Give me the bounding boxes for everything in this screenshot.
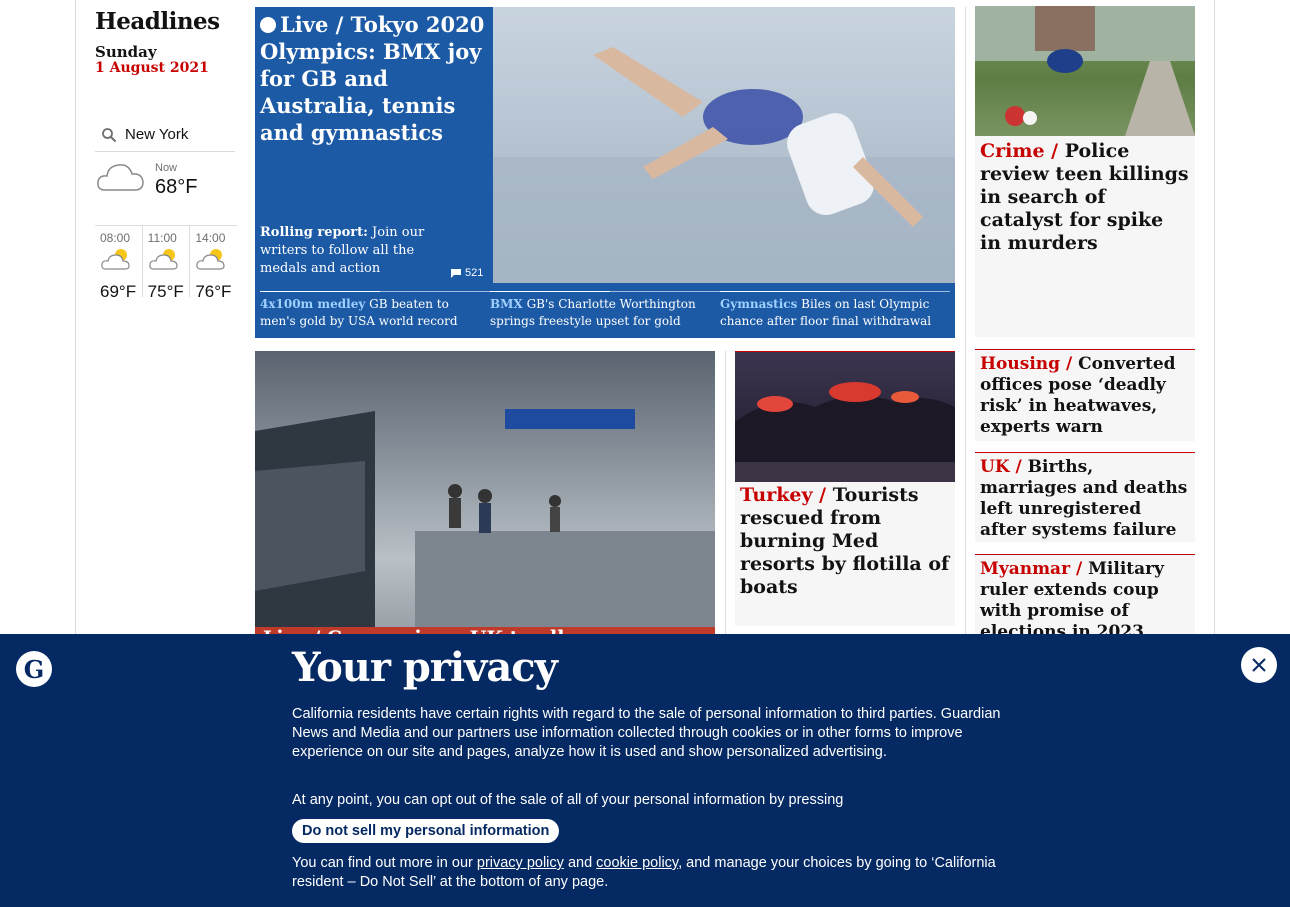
sun-cloud-icon [196, 249, 225, 270]
housing-card[interactable]: Housing / Converted offices pose ‘deadly… [975, 349, 1195, 441]
privacy-paragraph: California residents have certain rights… [292, 706, 1001, 760]
cloudy-icon [95, 152, 147, 200]
myanmar-kicker: Myanmar / [980, 559, 1083, 579]
hour-temp: 69°F [100, 282, 137, 301]
live-dot-icon [260, 17, 276, 33]
headlines-date: 1 August 2021 [95, 60, 209, 76]
weather-hour: 08:00 69°F [95, 226, 143, 301]
more-info-text: You can find out more in our [292, 855, 473, 871]
housing-kicker: Housing / [980, 354, 1073, 374]
turkey-headline: Turkey / Tourists rescued from burning M… [735, 482, 955, 601]
column-divider [725, 351, 726, 641]
uk-card[interactable]: UK / Births, marriages and deaths left u… [975, 452, 1195, 542]
weather-now-label: Now [155, 162, 178, 174]
search-icon [102, 127, 117, 142]
housing-headline: Housing / Converted offices pose ‘deadly… [975, 350, 1195, 438]
crime-kicker: Crime / [980, 140, 1059, 162]
weather-now-temp: 68°F [155, 176, 198, 198]
sublink-medley[interactable]: 4x100m medley GB beaten to men's gold by… [260, 291, 490, 330]
comment-count[interactable]: 521 [450, 267, 483, 279]
do-not-sell-button[interactable]: Do not sell my personal information [292, 819, 560, 843]
hour-time: 08:00 [100, 231, 131, 245]
weather-hour: 11:00 75°F [143, 226, 191, 301]
privacy-more-info: You can find out more in our privacy pol… [292, 854, 1002, 892]
feature-kicker: Live / [280, 12, 344, 37]
uk-headline: UK / Births, marriages and deaths left u… [975, 453, 1195, 541]
feature-standfirst: Rolling report: Join our writers to foll… [260, 224, 440, 278]
train-card[interactable]: Live / Coronavirus: UK to all [255, 351, 715, 649]
sun-cloud-icon [101, 249, 130, 270]
crime-card[interactable]: Crime / Police review teen killings in s… [975, 6, 1195, 337]
guardian-logo: G [16, 651, 52, 687]
myanmar-card[interactable]: Myanmar / Military ruler extends coup wi… [975, 554, 1195, 642]
hour-time: 14:00 [195, 231, 226, 245]
weather-hour: 14:00 76°F [190, 226, 237, 301]
close-button[interactable] [1241, 647, 1277, 683]
sublink-kicker: 4x100m medley [260, 297, 366, 311]
headlines-title: Headlines [95, 8, 220, 35]
column-divider [965, 7, 966, 637]
privacy-title: Your privacy [292, 644, 558, 691]
standfirst-kicker: Rolling report: [260, 225, 368, 240]
sublink-bmx[interactable]: BMX GB's Charlotte Worthington springs f… [490, 291, 720, 330]
comment-icon [451, 268, 461, 278]
weather-location-search[interactable]: New York [95, 118, 235, 152]
feature-sublinks: 4x100m medley GB beaten to men's gold by… [260, 291, 950, 330]
sublink-gymnastics[interactable]: Gymnastics Biles on last Olympic chance … [720, 291, 950, 330]
memorial-photo [975, 6, 1195, 136]
train-station-photo [255, 351, 715, 627]
hour-temp: 76°F [195, 282, 232, 301]
turkey-kicker: Turkey / [740, 484, 827, 506]
fire-photo [735, 352, 955, 482]
sublink-kicker: BMX [490, 297, 523, 311]
feature-headline[interactable]: Live / Tokyo 2020 Olympics: BMX joy for … [260, 11, 490, 146]
comment-count-value: 521 [465, 267, 484, 279]
privacy-opt-out-text: At any point, you can opt out of the sal… [292, 792, 844, 808]
sun-cloud-icon [148, 249, 178, 270]
sublink-kicker: Gymnastics [720, 297, 798, 311]
privacy-policy-link[interactable]: privacy policy [477, 855, 564, 871]
myanmar-headline: Myanmar / Military ruler extends coup wi… [975, 555, 1195, 643]
hour-time: 11:00 [147, 231, 177, 245]
gymnast-photo [493, 7, 955, 283]
hour-temp: 75°F [147, 282, 184, 301]
uk-kicker: UK / [980, 457, 1022, 477]
close-icon [1252, 658, 1266, 672]
headlines-day: Sunday [95, 43, 157, 61]
cookie-policy-link[interactable]: cookie policy [596, 855, 678, 871]
feature-card[interactable]: Live / Tokyo 2020 Olympics: BMX joy for … [255, 7, 955, 338]
weather-location: New York [125, 126, 189, 143]
turkey-card[interactable]: Turkey / Tourists rescued from burning M… [735, 351, 955, 626]
weather-hourly: 08:00 69°F 11:00 75°F 14:00 76°F [95, 225, 237, 301]
and-text: and [567, 855, 593, 871]
privacy-banner: G Your privacy California residents have… [0, 634, 1290, 907]
crime-headline: Crime / Police review teen killings in s… [975, 136, 1195, 255]
